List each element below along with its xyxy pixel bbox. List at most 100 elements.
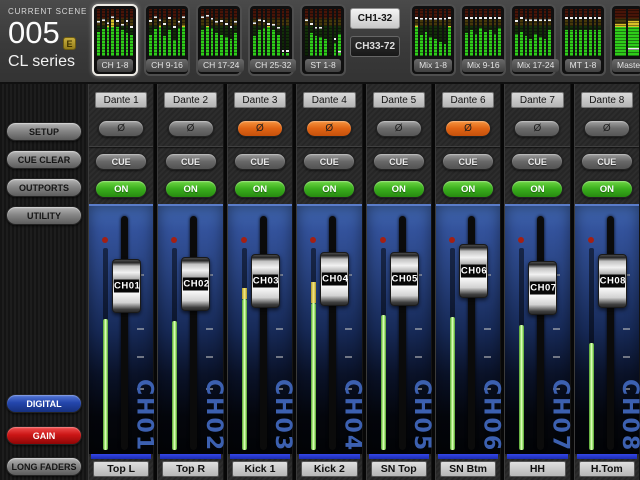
phase-button[interactable]: Ø <box>306 120 352 137</box>
setup-button[interactable]: SETUP <box>6 122 82 141</box>
outports-button[interactable]: OUTPORTS <box>6 178 82 197</box>
fader-knob[interactable]: CH01 <box>112 259 141 313</box>
cue-button[interactable]: CUE <box>373 153 425 170</box>
cl-stagemix-app: CURRENT SCENE 005 E CL series CH 1-8 CH … <box>0 0 640 480</box>
meter-bars <box>565 9 601 56</box>
utility-button[interactable]: UTILITY <box>6 206 82 225</box>
fader-track[interactable] <box>607 216 614 450</box>
port-name-label: Dante 8 <box>581 92 633 108</box>
phase-button[interactable]: Ø <box>514 120 560 137</box>
meter-bars <box>97 9 133 56</box>
fader-knob[interactable]: CH08 <box>598 254 627 308</box>
fader-zone: CH02 CH02 <box>158 204 222 454</box>
cue-button[interactable]: CUE <box>165 153 217 170</box>
port-name-label: Dante 4 <box>303 92 355 108</box>
fader-track[interactable] <box>190 216 197 450</box>
phase-button[interactable]: Ø <box>376 120 422 137</box>
meter-block-mix-17-24[interactable]: Mix 17-24 <box>510 4 556 76</box>
channel-level-meter <box>519 248 524 450</box>
on-button[interactable]: ON <box>373 180 425 198</box>
channel-name-label[interactable]: SN Top <box>371 461 427 477</box>
scene-number: 005 <box>8 16 88 50</box>
channel-id-vertical: CH01 <box>132 379 154 452</box>
on-button[interactable]: ON <box>581 180 633 198</box>
cue-button[interactable]: CUE <box>234 153 286 170</box>
fader-knob[interactable]: CH05 <box>390 252 419 306</box>
channel-name-label[interactable]: Kick 1 <box>232 461 288 477</box>
cue-clear-button[interactable]: CUE CLEAR <box>6 150 82 169</box>
channel-name-label[interactable]: Top L <box>93 461 149 477</box>
on-button[interactable]: ON <box>95 180 147 198</box>
channel-name-label[interactable]: SN Btm <box>440 461 496 477</box>
port-name-label: Dante 2 <box>164 92 216 108</box>
bank-button-ch1-32[interactable]: CH1-32 <box>350 8 400 29</box>
cue-button[interactable]: CUE <box>442 153 494 170</box>
fader-knob[interactable]: CH03 <box>251 254 280 308</box>
gain-button[interactable]: GAIN <box>6 426 82 445</box>
strip-divider <box>89 146 153 147</box>
long-faders-button[interactable]: LONG FADERS <box>6 457 82 476</box>
on-button[interactable]: ON <box>511 180 563 198</box>
cue-button[interactable]: CUE <box>581 153 633 170</box>
phase-button[interactable]: Ø <box>237 120 283 137</box>
cue-button[interactable]: CUE <box>303 153 355 170</box>
meter-block-ch-9-16[interactable]: CH 9-16 <box>144 4 190 76</box>
fader-track[interactable] <box>537 216 544 450</box>
phase-button[interactable]: Ø <box>98 120 144 137</box>
digital-button[interactable]: DIGITAL <box>6 394 82 413</box>
channel-name-label[interactable]: Top R <box>162 461 218 477</box>
phase-button[interactable]: Ø <box>584 120 630 137</box>
meter-block-ch-1-8[interactable]: CH 1-8 <box>92 4 138 76</box>
on-button[interactable]: ON <box>234 180 286 198</box>
fader-zone: CH04 CH04 <box>297 204 361 454</box>
channel-name-label[interactable]: HH <box>509 461 565 477</box>
channel-color-bar <box>507 454 567 459</box>
fader-knob[interactable]: CH06 <box>459 244 488 298</box>
meter-block-label: Mix 9-16 <box>462 59 505 72</box>
on-button[interactable]: ON <box>303 180 355 198</box>
channel-level-meter <box>381 248 386 450</box>
channel-id-vertical: CH04 <box>341 379 363 452</box>
fader-zone: CH07 CH07 <box>505 204 569 454</box>
meter-block-st-1-8[interactable]: ST 1-8 <box>300 4 346 76</box>
fader-knob[interactable]: CH07 <box>528 261 557 315</box>
on-button[interactable]: ON <box>165 180 217 198</box>
channel-name-label[interactable]: H.Tom <box>579 461 635 477</box>
meter-block-ch-17-24[interactable]: CH 17-24 <box>196 4 242 76</box>
fader-knob[interactable]: CH04 <box>320 252 349 306</box>
fader-knob-label: CH04 <box>322 273 347 286</box>
cue-button[interactable]: CUE <box>95 153 147 170</box>
meter-block-mix-9-16[interactable]: Mix 9-16 <box>460 4 506 76</box>
channel-name-label[interactable]: Kick 2 <box>301 461 357 477</box>
scene-display[interactable]: CURRENT SCENE 005 E CL series <box>0 0 88 71</box>
meter-bars <box>201 9 237 56</box>
phase-button[interactable]: Ø <box>168 120 214 137</box>
meter-block-master[interactable]: Master <box>610 4 640 76</box>
channel-color-bar <box>230 454 290 459</box>
sidebar: SETUP CUE CLEAR OUTPORTS UTILITY DIGITAL… <box>0 84 88 480</box>
meter-bridge: CH 1-8 CH 9-16 CH 17-24 CH 25-32 ST 1-8 <box>88 0 640 76</box>
strip-divider <box>297 146 361 147</box>
port-name-label: Dante 5 <box>373 92 425 108</box>
channel-strip-ch05: Dante 5 Ø CUE ON CH05 CH05 SN Top <box>366 84 432 480</box>
meter-block-mix-1-8[interactable]: Mix 1-8 <box>410 4 456 76</box>
bank-button-ch33-72[interactable]: CH33-72 <box>350 36 400 57</box>
cue-button[interactable]: CUE <box>511 153 563 170</box>
port-name-label: Dante 6 <box>442 92 494 108</box>
output-meter-blocks: Mix 1-8 Mix 9-16 Mix 17-24 MT 1-8 Master <box>410 4 640 76</box>
strip-divider <box>575 146 639 147</box>
on-button[interactable]: ON <box>442 180 494 198</box>
meter-peak-led <box>518 237 524 243</box>
channel-strip-ch04: Dante 4 Ø CUE ON CH04 CH04 Kick 2 <box>296 84 362 480</box>
fader-knob[interactable]: CH02 <box>181 257 210 311</box>
meter-block-mt-1-8[interactable]: MT 1-8 <box>560 4 606 76</box>
meter-block-ch-25-32[interactable]: CH 25-32 <box>248 4 294 76</box>
channel-level-meter <box>450 248 455 450</box>
fader-zone: CH03 CH03 <box>228 204 292 454</box>
meter-bars <box>149 9 185 56</box>
meter-block-label: Mix 1-8 <box>414 59 452 72</box>
fader-track[interactable] <box>121 216 128 450</box>
fader-track[interactable] <box>260 216 267 450</box>
phase-button[interactable]: Ø <box>445 120 491 137</box>
channel-level-meter <box>242 248 247 450</box>
